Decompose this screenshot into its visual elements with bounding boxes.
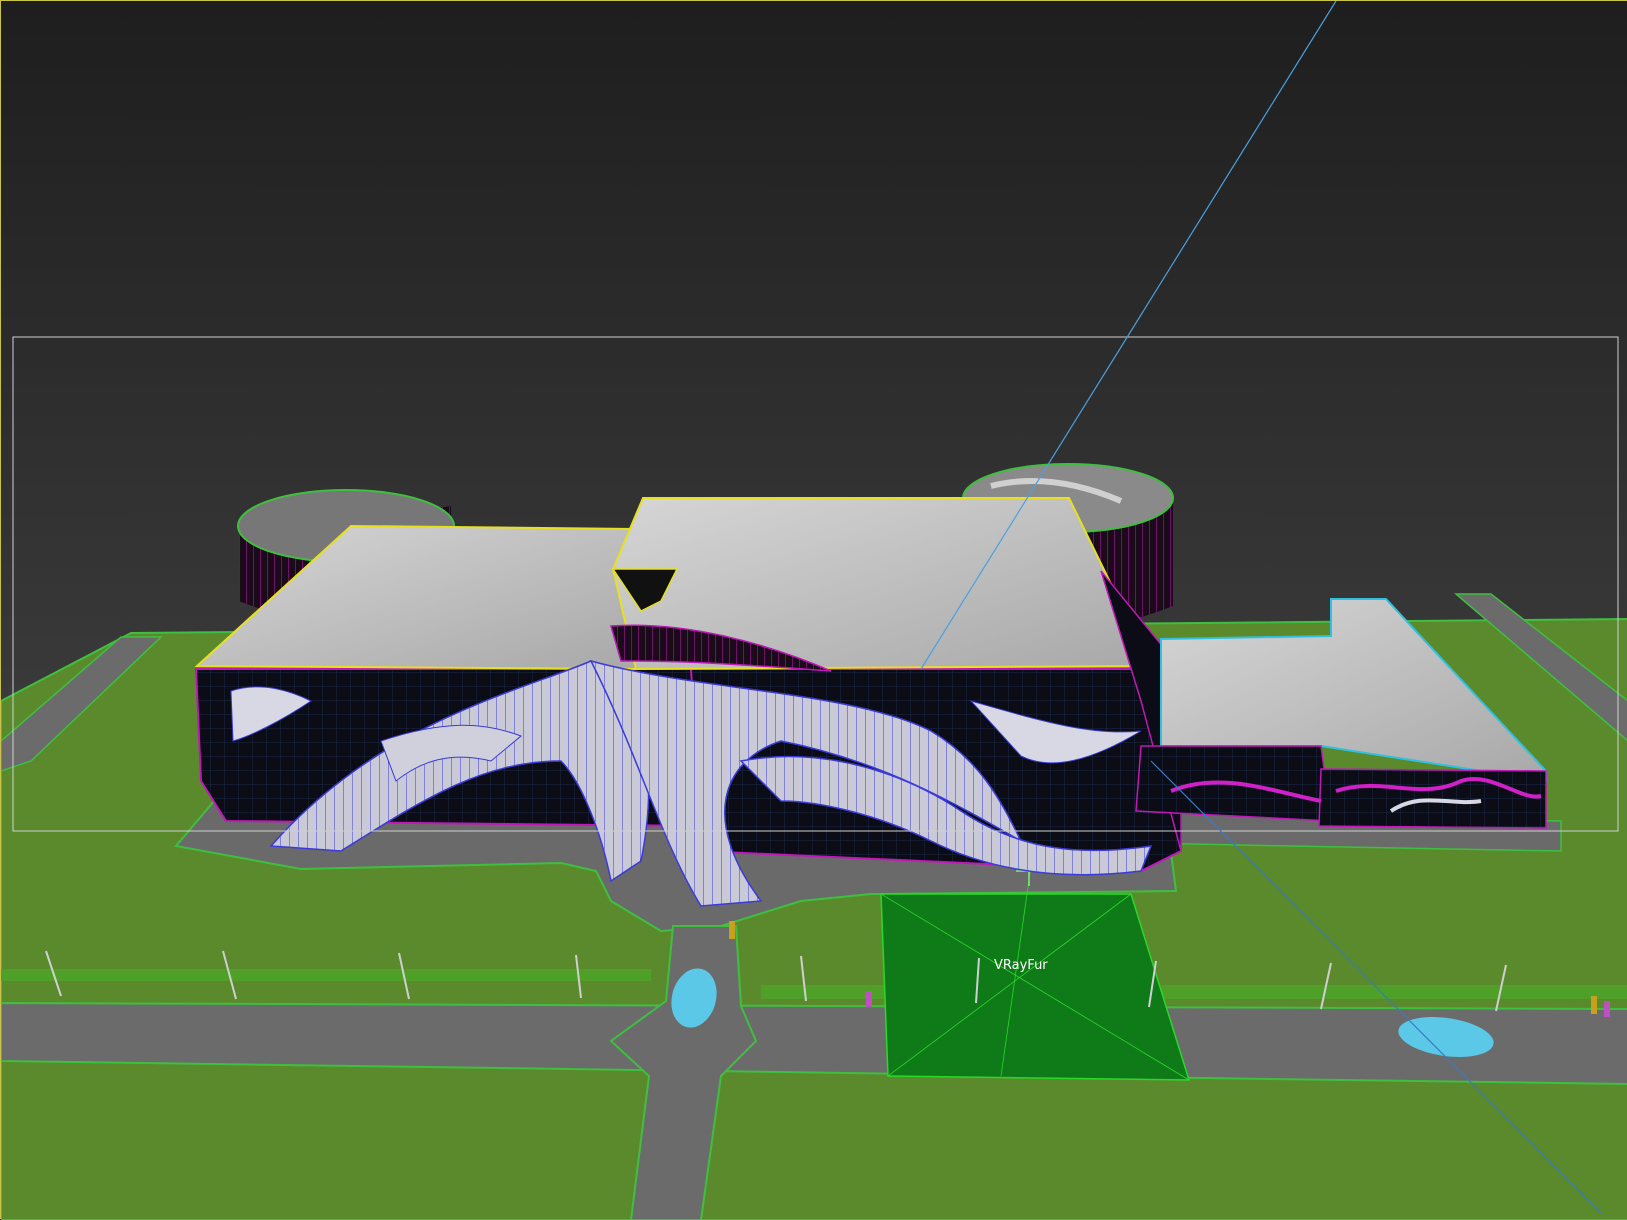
3d-viewport[interactable]: VRayFur <box>0 0 1627 1220</box>
scene-canvas[interactable]: VRayFur <box>1 1 1627 1220</box>
vrayfur-label: VRayFur <box>994 958 1048 973</box>
main-building[interactable] <box>194 497 1182 907</box>
